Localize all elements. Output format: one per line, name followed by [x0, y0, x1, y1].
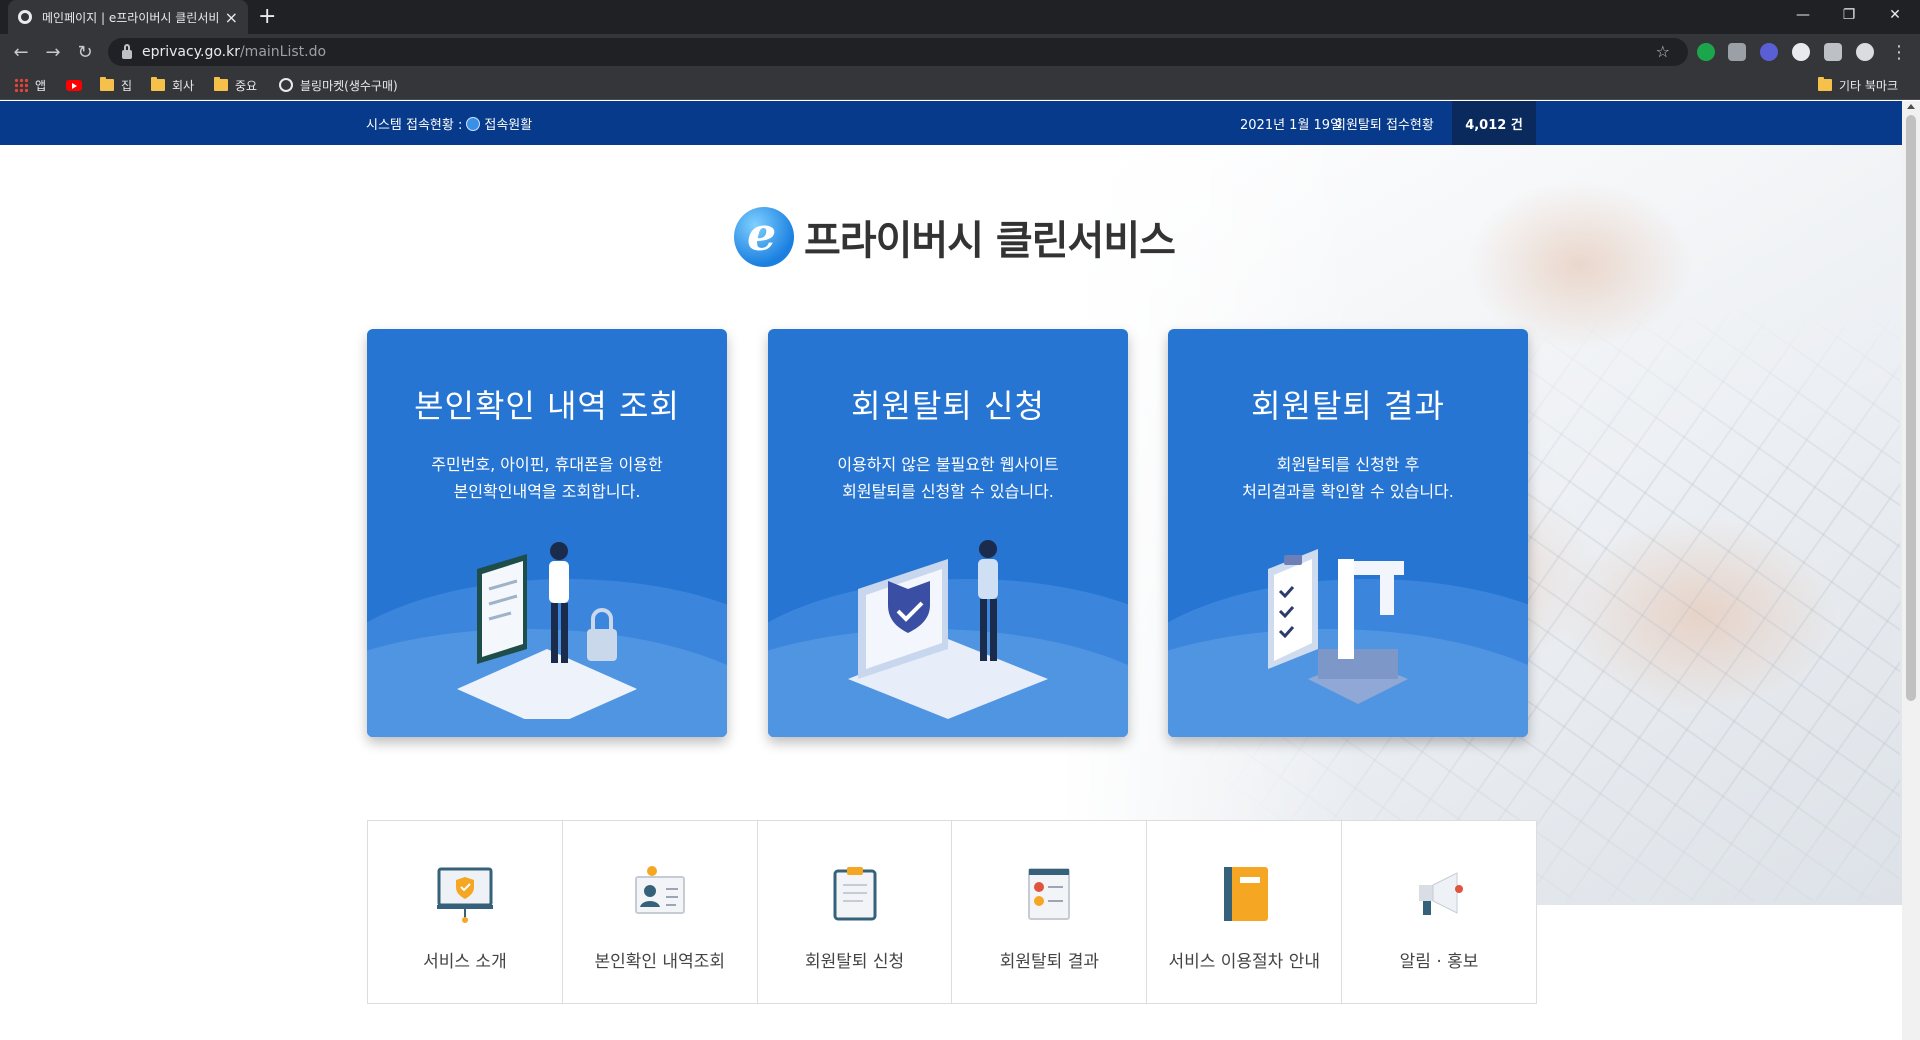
browser-tab[interactable]: 메인페이지 | e프라이버시 클린서비스 ×	[8, 0, 248, 34]
site-favicon-icon	[18, 10, 32, 24]
address-bar[interactable]: eprivacy.go.kr/mainList.do ☆	[108, 38, 1688, 66]
apps-grid-icon	[14, 78, 28, 92]
system-status: 시스템 접속현황 : 접속원활	[366, 114, 532, 133]
system-status-value: 접속원활	[484, 118, 533, 133]
card-withdrawal-result[interactable]: 회원탈퇴 결과 회원탈퇴를 신청한 후처리결과를 확인할 수 있습니다.	[1168, 329, 1528, 737]
bookmarks-bar: 앱 집 회사 중요 블링마켓(생수구매) 기타 북마크	[0, 70, 1920, 100]
withdrawal-result-illustration-icon	[1268, 549, 1408, 704]
card-desc-line: 회원탈퇴를 신청한 후	[1276, 455, 1420, 474]
new-tab-button[interactable]: +	[258, 4, 276, 30]
quicknav-withdrawal-result[interactable]: 회원탈퇴 결과	[952, 821, 1148, 1003]
quicknav-label: 서비스 소개	[423, 952, 507, 972]
card-desc-line: 주민번호, 아이핀, 휴대폰을 이용한	[431, 455, 663, 474]
profile-avatar-icon[interactable]	[1856, 43, 1874, 61]
bookmark-label: 블링마켓(생수구매)	[300, 78, 398, 93]
restore-icon[interactable]: ❐	[1826, 0, 1872, 30]
folder-icon	[100, 77, 114, 91]
quicknav-usage-guide[interactable]: 서비스 이용절차 안내	[1147, 821, 1343, 1003]
tab-title: 메인페이지 | e프라이버시 클린서비스	[42, 10, 219, 25]
card-desc-line: 본인확인내역을 조회합니다.	[453, 482, 641, 501]
reload-icon[interactable]: ↻	[72, 40, 98, 64]
bookmark-label: 회사	[172, 78, 195, 93]
scroll-up-arrow-icon[interactable]	[1907, 104, 1915, 109]
extension-check-icon[interactable]	[1760, 43, 1778, 61]
card-withdrawal-request[interactable]: 회원탈퇴 신청 이용하지 않은 불필요한 웹사이트회원탈퇴를 신청할 수 있습니…	[768, 329, 1128, 737]
bookmark-star-icon[interactable]: ☆	[1656, 42, 1670, 61]
back-icon[interactable]: ←	[8, 40, 34, 64]
card-description: 회원탈퇴를 신청한 후처리결과를 확인할 수 있습니다.	[1168, 451, 1528, 505]
url-path: /mainList.do	[239, 44, 327, 60]
bookmark-folder-home[interactable]: 집	[100, 76, 132, 94]
bookmark-label: 기타 북마크	[1839, 78, 1899, 93]
quick-navigation: 서비스 소개 본인확인 내역조회 회원탈퇴 신청 회원탈퇴 결과 서비스 이용절…	[367, 820, 1537, 1004]
scrollbar-thumb[interactable]	[1906, 115, 1916, 701]
quicknav-identity-history[interactable]: 본인확인 내역조회	[563, 821, 758, 1003]
card-description: 주민번호, 아이핀, 휴대폰을 이용한본인확인내역을 조회합니다.	[367, 451, 727, 505]
quicknav-service-intro[interactable]: 서비스 소개	[368, 821, 563, 1003]
card-identity-check[interactable]: 본인확인 내역 조회 주민번호, 아이핀, 휴대폰을 이용한본인확인내역을 조회…	[367, 329, 727, 737]
browser-toolbar: ← → ↻ eprivacy.go.kr/mainList.do ☆ ⋮	[0, 34, 1920, 70]
quicknav-label: 알림 · 홍보	[1399, 952, 1479, 972]
presentation-icon	[436, 867, 493, 923]
status-dot-icon	[466, 116, 481, 131]
bookmark-folder-important[interactable]: 중요	[214, 76, 257, 94]
extension-chat-icon[interactable]	[1792, 43, 1810, 61]
folder-icon	[214, 77, 228, 91]
minimize-icon[interactable]: —	[1780, 0, 1826, 30]
url-host: eprivacy.go.kr	[142, 44, 240, 60]
youtube-icon	[66, 79, 82, 91]
lock-icon	[122, 43, 132, 59]
guide-book-icon	[1224, 867, 1269, 921]
card-desc-line: 이용하지 않은 불필요한 웹사이트	[837, 455, 1059, 474]
bookmark-label: 앱	[35, 78, 47, 93]
quicknav-label: 회원탈퇴 신청	[804, 952, 905, 972]
bookmark-label: 집	[121, 78, 133, 93]
quicknav-label: 회원탈퇴 결과	[999, 952, 1100, 972]
quicknav-label: 본인확인 내역조회	[594, 952, 725, 972]
card-desc-line: 처리결과를 확인할 수 있습니다.	[1242, 482, 1454, 501]
logo-text: 프라이버시 클린서비스	[804, 218, 1176, 264]
bookmark-apps[interactable]: 앱	[14, 76, 46, 94]
bookmark-label: 중요	[235, 78, 258, 93]
card-title: 본인확인 내역 조회	[414, 387, 680, 425]
logo-e-icon: e	[734, 207, 794, 267]
globe-icon	[279, 78, 293, 92]
extension-green-icon[interactable]	[1697, 43, 1715, 61]
clipboard-icon	[833, 867, 877, 921]
megaphone-icon	[1419, 872, 1464, 915]
extensions-puzzle-icon[interactable]	[1824, 43, 1842, 61]
bookmark-youtube[interactable]	[66, 76, 88, 94]
browser-tab-strip: 메인페이지 | e프라이버시 클린서비스 × + — ❐ ✕	[0, 0, 1920, 34]
status-date: 2021년 1월 19일	[1240, 118, 1343, 133]
card-title: 회원탈퇴 신청	[851, 387, 1045, 425]
page-viewport: 시스템 접속현황 : 접속원활 2021년 1월 19일 회원탈퇴 접수현황 4…	[0, 101, 1902, 1040]
withdrawal-receipt-count: 4,012 건	[1452, 101, 1536, 145]
card-title: 회원탈퇴 결과	[1251, 387, 1445, 425]
identity-check-illustration-icon	[457, 542, 637, 719]
page-scrollbar[interactable]	[1902, 101, 1920, 1040]
menu-kebab-icon[interactable]: ⋮	[1886, 40, 1912, 64]
bookmark-bling-market[interactable]: 블링마켓(생수구매)	[279, 76, 398, 94]
site-logo[interactable]: e 프라이버시 클린서비스	[734, 207, 1176, 267]
card-desc-line: 회원탈퇴를 신청할 수 있습니다.	[842, 482, 1054, 501]
bookmark-folder-work[interactable]: 회사	[151, 76, 194, 94]
withdrawal-receipt-label: 회원탈퇴 접수현황	[1334, 118, 1434, 133]
system-status-label: 시스템 접속현황 :	[366, 118, 463, 133]
quicknav-notice-promotion[interactable]: 알림 · 홍보	[1342, 821, 1536, 1003]
folder-icon	[1818, 77, 1832, 91]
logo-mark: e	[747, 207, 777, 261]
withdrawal-request-illustration-icon	[848, 540, 1048, 719]
card-description: 이용하지 않은 불필요한 웹사이트회원탈퇴를 신청할 수 있습니다.	[768, 451, 1128, 505]
checklist-icon	[1028, 868, 1071, 920]
quicknav-label: 서비스 이용절차 안내	[1168, 952, 1321, 972]
extension-printer-icon[interactable]	[1728, 43, 1746, 61]
close-window-icon[interactable]: ✕	[1872, 0, 1918, 30]
close-tab-icon[interactable]: ×	[225, 8, 238, 27]
id-card-icon	[634, 866, 685, 914]
forward-icon[interactable]: →	[40, 40, 66, 64]
folder-icon	[151, 77, 165, 91]
other-bookmarks[interactable]: 기타 북마크	[1818, 76, 1898, 94]
quicknav-withdrawal-request[interactable]: 회원탈퇴 신청	[758, 821, 953, 1003]
status-bar: 시스템 접속현황 : 접속원활 2021년 1월 19일 회원탈퇴 접수현황 4…	[0, 101, 1902, 145]
